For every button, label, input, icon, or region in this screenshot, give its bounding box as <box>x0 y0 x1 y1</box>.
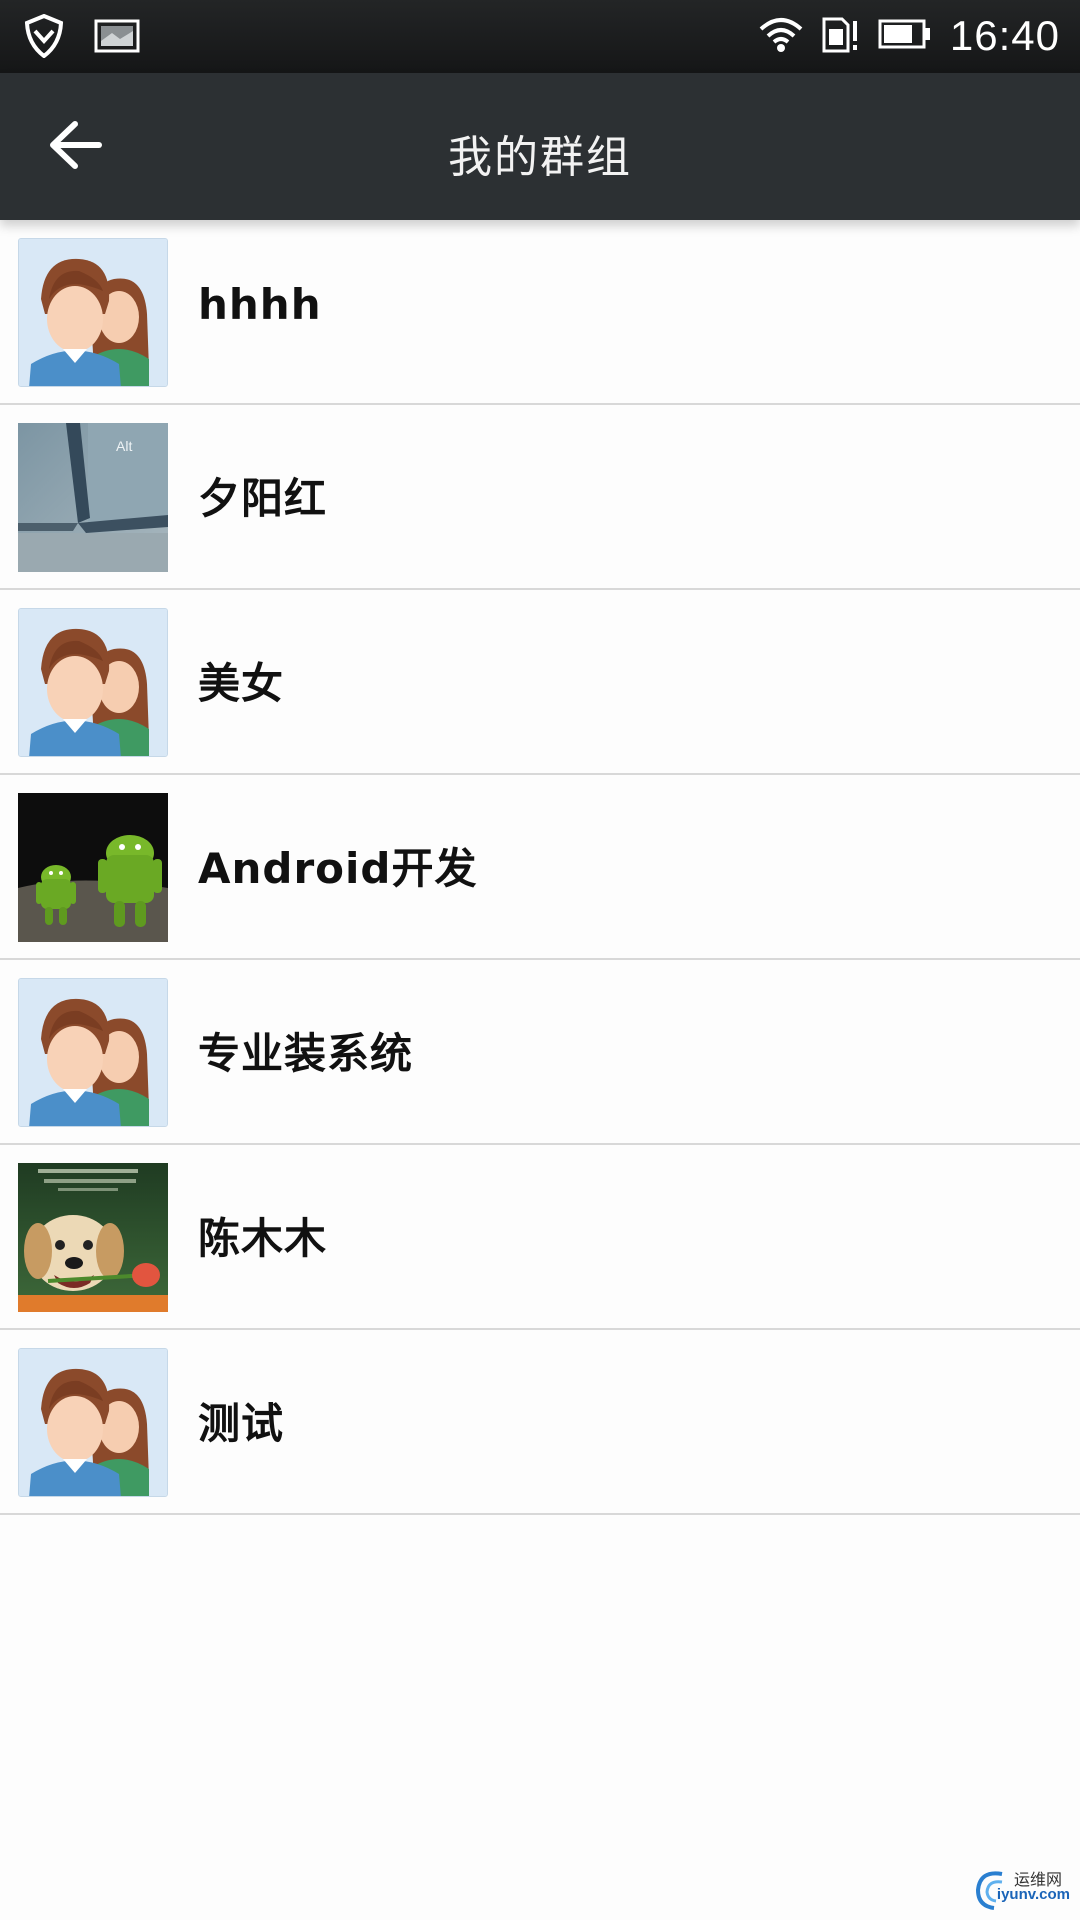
default-couple-avatar-icon <box>18 978 168 1127</box>
group-name: Android开发 <box>198 844 478 893</box>
list-item[interactable]: Android开发 <box>0 775 1080 960</box>
status-bar: 16:40 <box>0 0 1080 73</box>
list-item[interactable]: 美女 <box>0 590 1080 775</box>
group-name: 陈木木 <box>198 1214 328 1263</box>
list-item[interactable]: Alt 夕阳红 <box>0 405 1080 590</box>
shield-icon <box>24 13 64 62</box>
group-name: 专业装系统 <box>198 1029 414 1078</box>
svg-text:Alt: Alt <box>116 438 132 454</box>
battery-icon <box>878 18 932 54</box>
android-robots-avatar-icon <box>18 793 168 942</box>
status-left-icons <box>24 13 140 62</box>
watermark-line2: iyunv.com <box>996 1886 1070 1903</box>
default-couple-avatar-icon <box>18 238 168 387</box>
puppy-rose-avatar-icon <box>18 1163 168 1312</box>
default-couple-avatar-icon <box>18 608 168 757</box>
list-item[interactable]: hhhh <box>0 220 1080 405</box>
group-name: 夕阳红 <box>198 474 328 523</box>
status-right-icons: 16:40 <box>758 10 1060 62</box>
status-time: 16:40 <box>949 12 1060 59</box>
group-name: 美女 <box>198 659 285 708</box>
list-item[interactable]: 陈木木 <box>0 1145 1080 1330</box>
group-name: 测试 <box>198 1399 285 1448</box>
default-couple-avatar-icon <box>18 1348 168 1497</box>
page-title: 我的群组 <box>448 132 632 183</box>
wifi-icon <box>758 15 804 57</box>
group-name: hhhh <box>198 280 322 329</box>
app-bar: 我的群组 <box>0 73 1080 220</box>
list-item[interactable]: 测试 <box>0 1330 1080 1515</box>
group-list: hhhh Alt 夕阳红 美女 Android开发 专业装系统 陈木木 测试 <box>0 220 1080 1515</box>
image-notification-icon <box>94 19 140 57</box>
list-item[interactable]: 专业装系统 <box>0 960 1080 1145</box>
watermark: 运维网 iyunv.com <box>972 1864 1072 1914</box>
keyboard-photo-avatar-icon: Alt <box>18 423 168 572</box>
sim-warning-icon <box>822 15 860 57</box>
